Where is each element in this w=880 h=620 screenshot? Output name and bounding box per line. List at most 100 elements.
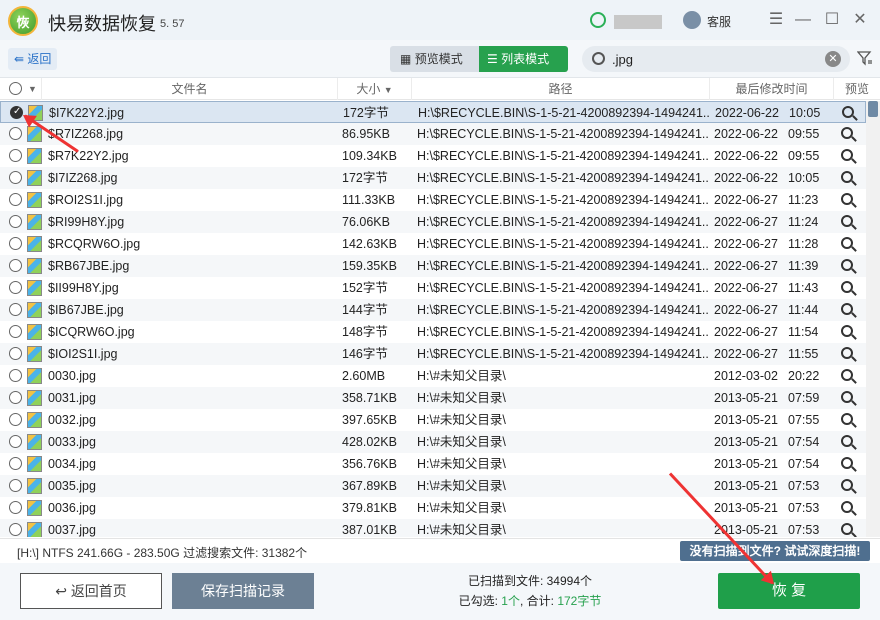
clear-search-icon[interactable]: ✕: [825, 51, 841, 67]
table-row[interactable]: $IOI2S1I.jpg 146字节 H:\$RECYCLE.BIN\S-1-5-2…: [0, 343, 866, 365]
row-checkbox[interactable]: [9, 369, 22, 382]
table-row[interactable]: $R7IZ268.jpg 86.95KB H:\$RECYCLE.BIN\S-1-5…: [0, 123, 866, 145]
return-home-button[interactable]: ↩ 返回首页: [20, 573, 162, 609]
preview-magnifier-icon[interactable]: [841, 501, 853, 513]
row-checkbox[interactable]: [9, 435, 22, 448]
preview-magnifier-icon[interactable]: [841, 325, 853, 337]
table-row[interactable]: $I7IZ268.jpg 172字节 H:\$RECYCLE.BIN\S-1-5-2…: [0, 167, 866, 189]
preview-magnifier-icon[interactable]: [841, 171, 853, 183]
table-row[interactable]: 0031.jpg 358.71KB H:\#未知父目录\ 2013-05-21 07:5…: [0, 387, 866, 409]
row-checkbox[interactable]: [9, 237, 22, 250]
preview-magnifier-icon[interactable]: [841, 479, 853, 491]
row-checkbox[interactable]: [9, 127, 22, 140]
table-row[interactable]: $ROI2S1I.jpg 111.33KB H:\$RECYCLE.BIN\S-1-…: [0, 189, 866, 211]
row-checkbox[interactable]: [9, 193, 22, 206]
table-row[interactable]: $ICQRW6O.jpg 148字节 H:\$RECYCLE.BIN\S-1-5-2…: [0, 321, 866, 343]
back-button[interactable]: ⇚ 返回: [8, 48, 58, 70]
menu-icon[interactable]: ☰: [766, 10, 786, 30]
table-row[interactable]: 0033.jpg 428.02KB H:\#未知父目录\ 2013-05-21 07:5…: [0, 431, 866, 453]
preview-magnifier-icon[interactable]: [841, 303, 853, 315]
file-name: $I7IZ268.jpg: [48, 171, 118, 185]
row-checkbox[interactable]: [9, 347, 22, 360]
preview-magnifier-icon[interactable]: [841, 369, 853, 381]
row-checkbox[interactable]: [9, 479, 22, 492]
filter-icon[interactable]: [857, 50, 873, 66]
chevron-down-icon[interactable]: ▼: [28, 78, 37, 100]
preview-magnifier-icon[interactable]: [841, 259, 853, 271]
file-path: H:\$RECYCLE.BIN\S-1-5-21-4200892394-1494…: [417, 325, 709, 339]
table-row[interactable]: $IB67JBE.jpg 144字节 H:\$RECYCLE.BIN\S-1-5-2…: [0, 299, 866, 321]
table-row[interactable]: 0034.jpg 356.76KB H:\#未知父目录\ 2013-05-21 07:5…: [0, 453, 866, 475]
row-checkbox[interactable]: [9, 281, 22, 294]
row-checkbox[interactable]: [9, 413, 22, 426]
row-checkbox[interactable]: [9, 523, 22, 536]
select-all-column: ▼: [0, 78, 42, 100]
preview-magnifier-icon[interactable]: [842, 106, 854, 118]
column-name[interactable]: 文件名: [42, 78, 338, 100]
table-row[interactable]: 0030.jpg 2.60MB H:\#未知父目录\ 2012-03-02 20:22: [0, 365, 866, 387]
image-file-icon: [27, 456, 42, 472]
row-checkbox[interactable]: [9, 325, 22, 338]
deep-scan-link[interactable]: 没有扫描到文件? 试试深度扫描!: [680, 541, 870, 561]
row-checkbox[interactable]: [9, 171, 22, 184]
table-row[interactable]: 0037.jpg 387.01KB H:\#未知父目录\ 2013-05-21 07:5…: [0, 519, 866, 537]
scrollbar-thumb[interactable]: [868, 101, 878, 117]
list-mode-button[interactable]: ☰ 列表模式: [479, 46, 568, 72]
table-row[interactable]: 0035.jpg 367.89KB H:\#未知父目录\ 2013-05-21 07:5…: [0, 475, 866, 497]
row-checkbox[interactable]: [9, 501, 22, 514]
table-row[interactable]: 0032.jpg 397.65KB H:\#未知父目录\ 2013-05-21 07:5…: [0, 409, 866, 431]
modified-time: 11:43: [788, 281, 819, 295]
preview-magnifier-icon[interactable]: [841, 435, 853, 447]
scan-status-text: [H:\] NTFS 241.66G - 283.50G 过滤搜索文件: 313…: [17, 546, 308, 560]
row-checkbox[interactable]: [9, 149, 22, 162]
row-checkbox[interactable]: [9, 391, 22, 404]
preview-magnifier-icon[interactable]: [841, 281, 853, 293]
file-name: 0036.jpg: [48, 501, 96, 515]
row-checkbox[interactable]: [9, 259, 22, 272]
column-preview: 预览: [844, 82, 869, 96]
table-row[interactable]: $RI99H8Y.jpg 76.06KB H:\$RECYCLE.BIN\S-1-5…: [0, 211, 866, 233]
preview-magnifier-icon[interactable]: [841, 347, 853, 359]
customer-service-label[interactable]: 客服: [707, 13, 731, 30]
modified-date: 2022-06-27: [714, 193, 778, 207]
table-row[interactable]: $RB67JBE.jpg 159.35KB H:\$RECYCLE.BIN\S-1-…: [0, 255, 866, 277]
preview-magnifier-icon[interactable]: [841, 457, 853, 469]
preview-magnifier-icon[interactable]: [841, 215, 853, 227]
user-icon[interactable]: [590, 12, 606, 28]
vertical-scrollbar[interactable]: [866, 101, 880, 537]
table-row[interactable]: 0036.jpg 379.81KB H:\#未知父目录\ 2013-05-21 07:5…: [0, 497, 866, 519]
table-row[interactable]: $II99H8Y.jpg 152字节 H:\$RECYCLE.BIN\S-1-5-2…: [0, 277, 866, 299]
row-checkbox[interactable]: [9, 303, 22, 316]
column-size[interactable]: 大小 ▼: [338, 78, 412, 100]
column-modified[interactable]: 最后修改时间: [710, 78, 834, 100]
save-scan-record-button[interactable]: 保存扫描记录: [172, 573, 314, 609]
preview-magnifier-icon[interactable]: [841, 149, 853, 161]
preview-magnifier-icon[interactable]: [841, 127, 853, 139]
file-path: H:\$RECYCLE.BIN\S-1-5-21-4200892394-1494…: [417, 171, 709, 185]
row-checkbox[interactable]: [9, 457, 22, 470]
customer-service-icon[interactable]: [683, 11, 701, 29]
toolbar: ⇚ 返回 ▦ 预览模式 ☰ 列表模式 ✕: [0, 40, 880, 78]
column-path[interactable]: 路径: [412, 78, 710, 100]
preview-magnifier-icon[interactable]: [841, 391, 853, 403]
preview-magnifier-icon[interactable]: [841, 413, 853, 425]
modified-time: 20:22: [788, 369, 820, 383]
table-row[interactable]: $R7K22Y2.jpg 109.34KB H:\$RECYCLE.BIN\S-1-…: [0, 145, 866, 167]
maximize-icon[interactable]: ☐: [822, 10, 842, 30]
file-name: $RI99H8Y.jpg: [48, 215, 125, 229]
preview-mode-button[interactable]: ▦ 预览模式: [390, 46, 480, 72]
file-name: $II99H8Y.jpg: [48, 281, 119, 295]
recover-button[interactable]: 恢 复: [718, 573, 860, 609]
search-input[interactable]: [612, 49, 812, 69]
preview-magnifier-icon[interactable]: [841, 523, 853, 535]
minimize-icon[interactable]: —: [793, 10, 813, 30]
table-row[interactable]: $RCQRW6O.jpg 142.63KB H:\$RECYCLE.BIN\S-1-…: [0, 233, 866, 255]
select-all-checkbox[interactable]: [9, 82, 22, 95]
close-icon[interactable]: ✕: [850, 10, 870, 30]
preview-magnifier-icon[interactable]: [841, 237, 853, 249]
row-checkbox[interactable]: [9, 215, 22, 228]
image-file-icon: [27, 522, 42, 537]
preview-magnifier-icon[interactable]: [841, 193, 853, 205]
table-row[interactable]: $I7K22Y2.jpg 172字节 H:\$RECYCLE.BIN\S-1-5-2…: [0, 101, 866, 123]
modified-date: 2022-06-22: [714, 127, 778, 141]
